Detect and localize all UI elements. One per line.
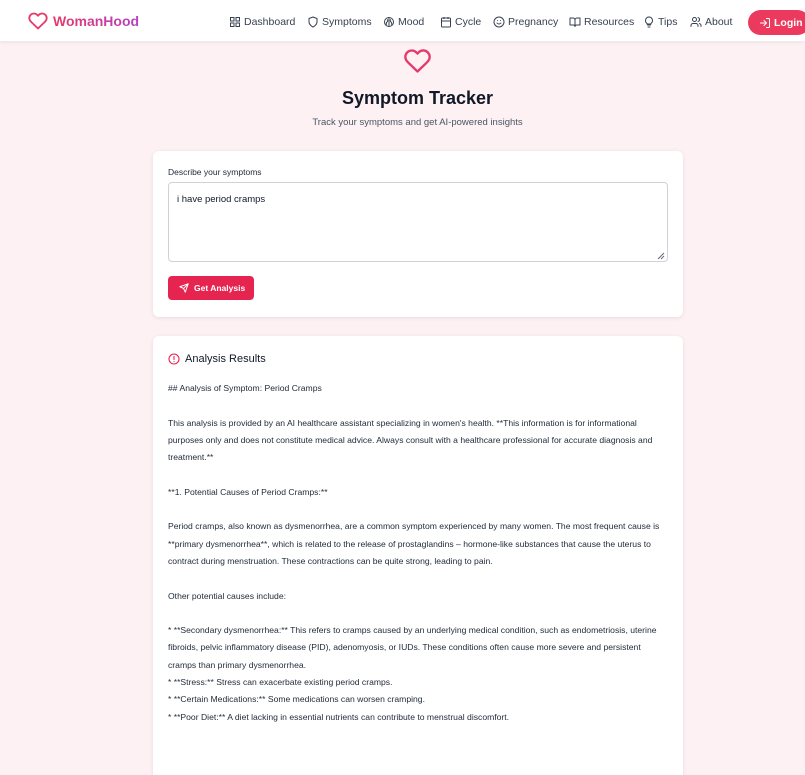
page-subtitle: Track your symptoms and get AI-powered i… xyxy=(312,117,523,128)
lightbulb-icon xyxy=(645,16,653,28)
brand-logo[interactable]: WomanHood xyxy=(28,11,139,31)
login-label: Login xyxy=(774,16,803,29)
nav-symptoms-label: Symptoms xyxy=(322,16,372,28)
list-item: * **Secondary dysmenorrhea:** This refer… xyxy=(168,625,657,670)
results-paragraph: Period cramps, also known as dysmenorrhe… xyxy=(168,521,660,566)
symptom-input-label: Describe your symptoms xyxy=(168,167,262,177)
nav-dashboard[interactable]: Dashboard xyxy=(229,14,295,30)
list-item: * **Poor Diet:** A diet lacking in essen… xyxy=(168,711,510,722)
smile-icon xyxy=(493,16,505,28)
results-title: Analysis Results xyxy=(185,353,266,365)
results-other-intro: Other potential causes include: xyxy=(168,590,286,601)
nav-resources[interactable]: Resources xyxy=(569,14,634,30)
results-body: ## Analysis of Symptom: Period Cramps Th… xyxy=(168,380,668,726)
login-button[interactable]: Login xyxy=(748,10,805,35)
nav-resources-label: Resources xyxy=(584,16,635,28)
nav-tips[interactable]: Tips xyxy=(643,14,677,30)
brain-icon xyxy=(384,17,394,27)
symptom-input-card: Describe your symptoms i have period cra… xyxy=(153,151,683,317)
nav-mood[interactable]: Mood xyxy=(383,14,424,30)
shield-icon xyxy=(308,16,318,28)
login-icon xyxy=(760,17,770,28)
list-item: * **Certain Medications:** Some medicati… xyxy=(168,694,425,705)
resize-grip-icon[interactable] xyxy=(655,250,665,260)
nav-cycle[interactable]: Cycle xyxy=(440,14,481,30)
brand-name: WomanHood xyxy=(53,13,140,29)
dashboard-icon xyxy=(230,17,240,27)
results-header: Analysis Results xyxy=(168,353,266,365)
calendar-icon xyxy=(441,17,451,28)
heart-logo-icon xyxy=(28,12,48,30)
alert-circle-icon xyxy=(168,353,180,365)
nav-pregnancy[interactable]: Pregnancy xyxy=(493,14,558,30)
nav-tips-label: Tips xyxy=(658,16,678,28)
results-disclaimer: This analysis is provided by an AI healt… xyxy=(168,417,653,463)
analysis-results-card: Analysis Results ## Analysis of Symptom:… xyxy=(153,336,683,775)
nav-symptoms[interactable]: Symptoms xyxy=(307,14,372,30)
get-analysis-button[interactable]: Get Analysis xyxy=(168,276,254,300)
results-section-title: **1. Potential Causes of Period Cramps:*… xyxy=(168,486,328,497)
send-icon xyxy=(179,283,189,293)
users-icon xyxy=(690,17,702,27)
symptom-textarea[interactable]: i have period cramps xyxy=(168,182,668,262)
nav-pregnancy-label: Pregnancy xyxy=(508,16,559,28)
list-item: * **Stress:** Stress can exacerbate exis… xyxy=(168,677,393,688)
nav-mood-label: Mood xyxy=(398,16,425,28)
navbar: WomanHood Dashboard Symptoms Mood Cycle … xyxy=(0,0,805,42)
nav-cycle-label: Cycle xyxy=(455,16,482,28)
results-heading: ## Analysis of Symptom: Period Cramps xyxy=(168,383,322,393)
get-analysis-label: Get Analysis xyxy=(194,283,246,293)
book-icon xyxy=(569,17,581,27)
heart-icon xyxy=(404,49,431,73)
nav-about-label: About xyxy=(705,16,733,28)
nav-dashboard-label: Dashboard xyxy=(244,16,296,28)
nav-about[interactable]: About xyxy=(690,14,732,30)
page-title: Symptom Tracker xyxy=(341,88,494,108)
